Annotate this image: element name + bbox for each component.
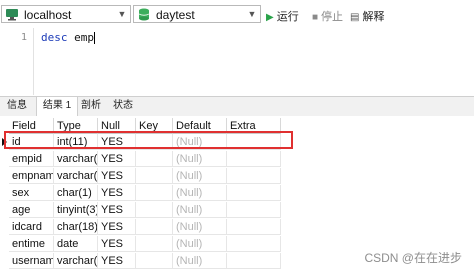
table-row[interactable]: empidvarchar(1YES (Null) — [0, 151, 474, 167]
cell-null[interactable]: YES — [98, 185, 136, 201]
cell-null[interactable]: YES — [98, 202, 136, 218]
cell-null[interactable]: YES — [98, 253, 136, 269]
cell-default[interactable]: (Null) — [173, 236, 227, 252]
toolbar: localhost ▼ daytest ▼ ▶ 运行 ■ 停止 ▤ 解释 — [0, 0, 474, 28]
explain-button[interactable]: ▤ 解释 — [350, 8, 384, 24]
sql-code[interactable]: desc emp — [41, 31, 95, 44]
cell-extra[interactable] — [227, 236, 281, 252]
cell-null[interactable]: YES — [98, 219, 136, 235]
row-selector[interactable] — [0, 168, 9, 184]
chevron-down-icon[interactable]: ▼ — [246, 8, 258, 21]
line-number: 1 — [20, 32, 27, 43]
cell-field[interactable]: empid — [9, 151, 54, 167]
tab-result-1[interactable]: 结果 1 — [36, 97, 78, 116]
cell-null[interactable]: YES — [98, 151, 136, 167]
connection-icon — [6, 9, 18, 21]
tab-status[interactable]: 状态 — [108, 97, 138, 115]
result-tabs: 信息 结果 1 剖析 状态 — [0, 96, 474, 117]
cell-key[interactable] — [136, 236, 173, 252]
cell-default[interactable]: (Null) — [173, 219, 227, 235]
row-selector[interactable] — [0, 202, 9, 218]
connection-name: localhost — [24, 8, 72, 22]
stop-icon: ■ — [312, 12, 319, 23]
cell-key[interactable] — [136, 185, 173, 201]
tab-profile[interactable]: 剖析 — [76, 97, 106, 115]
tab-info[interactable]: 信息 — [2, 97, 32, 115]
play-icon: ▶ — [266, 12, 274, 23]
run-button[interactable]: ▶ 运行 — [266, 8, 299, 24]
cell-extra[interactable] — [227, 168, 281, 184]
cell-key[interactable] — [136, 151, 173, 167]
sql-editor[interactable]: 1 desc emp — [0, 28, 474, 95]
sql-object: emp — [74, 31, 94, 44]
cell-null[interactable]: YES — [98, 236, 136, 252]
cell-type[interactable]: varchar(1 — [54, 151, 98, 167]
cell-type[interactable]: tinyint(3) — [54, 202, 98, 218]
cell-default[interactable]: (Null) — [173, 185, 227, 201]
row-selector[interactable] — [0, 151, 9, 167]
cell-type[interactable]: char(18) — [54, 219, 98, 235]
cell-key[interactable] — [136, 253, 173, 269]
row-selector[interactable] — [0, 185, 9, 201]
cell-extra[interactable] — [227, 219, 281, 235]
cell-type[interactable]: varchar(1 — [54, 168, 98, 184]
cell-key[interactable] — [136, 202, 173, 218]
cell-default[interactable]: (Null) — [173, 168, 227, 184]
run-label: 运行 — [276, 11, 299, 23]
cell-field[interactable]: username — [9, 253, 54, 269]
row-selector[interactable] — [0, 236, 9, 252]
cell-extra[interactable] — [227, 202, 281, 218]
watermark: CSDN @在在进步 — [364, 251, 462, 265]
stop-button[interactable]: ■ 停止 — [312, 8, 343, 24]
stop-label: 停止 — [321, 11, 344, 23]
table-row[interactable]: sex char(1) YES (Null) — [0, 185, 474, 201]
row-selector[interactable] — [0, 253, 9, 269]
database-select[interactable]: daytest ▼ — [133, 5, 261, 23]
database-name: daytest — [156, 8, 195, 22]
connection-select[interactable]: localhost ▼ — [1, 5, 131, 23]
cell-field[interactable]: empname — [9, 168, 54, 184]
highlight-box — [4, 131, 293, 149]
cell-field[interactable]: sex — [9, 185, 54, 201]
explain-label: 解释 — [362, 11, 385, 23]
table-row[interactable]: empnamevarchar(1YES (Null) — [0, 168, 474, 184]
explain-icon: ▤ — [350, 12, 360, 23]
line-gutter: 1 — [0, 28, 34, 95]
cell-extra[interactable] — [227, 151, 281, 167]
database-icon — [138, 8, 150, 21]
cell-type[interactable]: varchar(2 — [54, 253, 98, 269]
cell-default[interactable]: (Null) — [173, 253, 227, 269]
cell-key[interactable] — [136, 219, 173, 235]
cell-null[interactable]: YES — [98, 168, 136, 184]
cell-field[interactable]: entime — [9, 236, 54, 252]
cell-key[interactable] — [136, 168, 173, 184]
text-caret — [94, 32, 95, 44]
cell-field[interactable]: age — [9, 202, 54, 218]
cell-extra[interactable] — [227, 185, 281, 201]
sql-keyword: desc — [41, 31, 68, 44]
cell-type[interactable]: char(1) — [54, 185, 98, 201]
cell-extra[interactable] — [227, 253, 281, 269]
cell-type[interactable]: date — [54, 236, 98, 252]
cell-default[interactable]: (Null) — [173, 202, 227, 218]
row-selector[interactable] — [0, 219, 9, 235]
cell-field[interactable]: idcard — [9, 219, 54, 235]
table-row[interactable]: idcard char(18) YES (Null) — [0, 219, 474, 235]
chevron-down-icon[interactable]: ▼ — [116, 8, 128, 21]
cell-default[interactable]: (Null) — [173, 151, 227, 167]
table-row[interactable]: age tinyint(3) YES (Null) — [0, 202, 474, 218]
